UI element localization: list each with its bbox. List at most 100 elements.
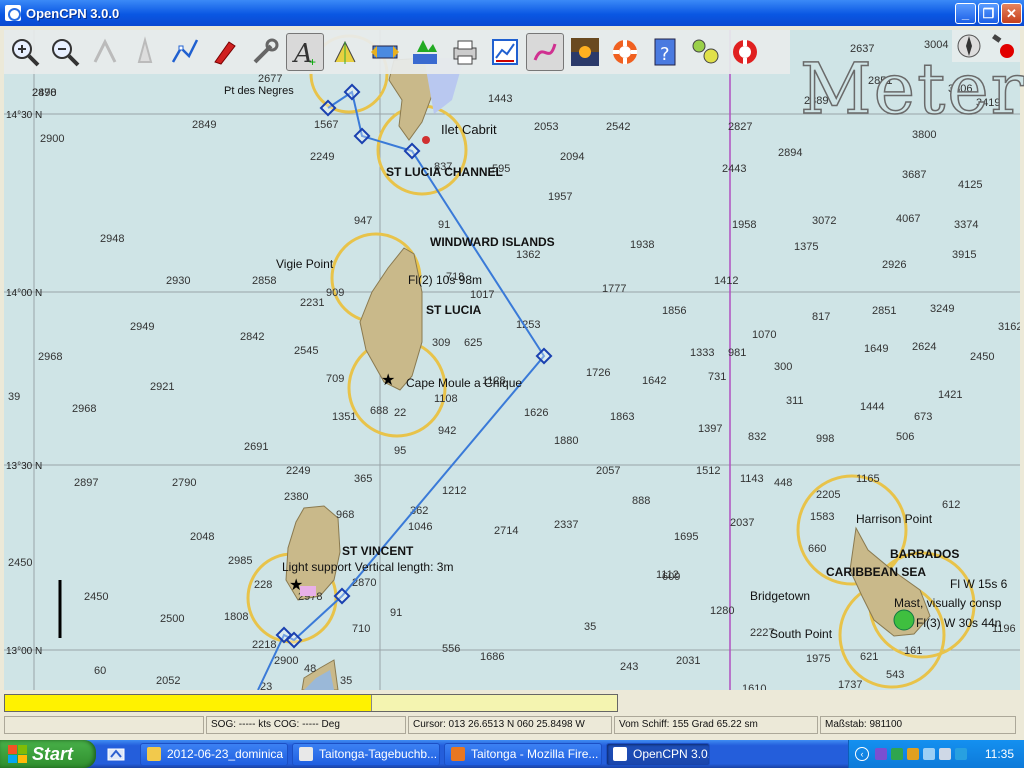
depth-sounding: 2380 (284, 491, 308, 503)
depth-sounding: 2443 (722, 163, 746, 175)
depth-sounding: 1375 (794, 241, 818, 253)
settings-button[interactable] (246, 33, 284, 71)
chart-place-label: Fl(3) W 30s 44n (916, 616, 1001, 630)
depth-sounding: 3374 (954, 219, 978, 231)
man-overboard-button[interactable] (606, 33, 644, 71)
tide-icon (334, 40, 356, 64)
ais-button[interactable] (686, 33, 724, 71)
depth-sounding: 1108 (434, 393, 458, 405)
depth-sounding: 1421 (938, 389, 962, 401)
zoom-in-button[interactable] (6, 33, 44, 71)
scale-in-button[interactable] (86, 33, 124, 71)
tray-volume-icon[interactable] (939, 748, 951, 760)
latitude-label: 13°30 N (6, 461, 42, 472)
depth-sounding: 2094 (560, 151, 584, 163)
wrench-icon (253, 38, 279, 64)
window-titlebar[interactable]: OpenCPN 3.0.0 _ ❐ ✕ (0, 0, 1024, 26)
depth-sounding: 311 (786, 395, 804, 407)
depth-sounding: 1567 (314, 119, 338, 131)
taskbar-task[interactable]: OpenCPN 3.0.0 (606, 742, 710, 766)
chart-info-button[interactable] (366, 33, 404, 71)
chart-place-label: ST VINCENT (342, 544, 414, 558)
tray-expand-icon[interactable]: ‹ (855, 747, 869, 761)
track-button[interactable] (526, 33, 564, 71)
ais-target-icon[interactable] (893, 609, 915, 631)
lifebuoy-red-icon (733, 40, 757, 64)
taskbar-task[interactable]: 2012-06-23_dominica (140, 742, 288, 766)
depth-sounding: 1880 (554, 435, 578, 447)
latitude-label: 14°30 N (6, 110, 42, 121)
depth-sounding: 2542 (606, 121, 630, 133)
light-buoy-icon (422, 136, 430, 144)
compass-panel[interactable] (952, 30, 1020, 62)
depth-sounding: 300 (774, 361, 792, 373)
maximize-button[interactable]: ❐ (978, 3, 999, 24)
depth-sounding: 2037 (730, 517, 754, 529)
tray-update-icon[interactable] (907, 748, 919, 760)
depth-sounding: 660 (808, 543, 826, 555)
depth-sounding: 1649 (864, 343, 888, 355)
chart-place-label: Mast, visually consp (894, 596, 1002, 610)
latitude-label: 13°00 N (6, 646, 42, 657)
tray-wifi-icon[interactable] (923, 748, 935, 760)
route-waypoint[interactable] (403, 142, 421, 160)
depth-sounding: 888 (632, 495, 650, 507)
sunset-icon (571, 38, 599, 66)
depth-sounding: 2057 (596, 465, 620, 477)
print-button[interactable] (446, 33, 484, 71)
mob-button[interactable] (726, 33, 764, 71)
tray-network-icon[interactable] (875, 748, 887, 760)
depth-sounding: 1695 (674, 531, 698, 543)
depth-sounding: 1642 (642, 375, 666, 387)
depth-sounding: 2851 (872, 305, 896, 317)
route-waypoint[interactable] (343, 83, 361, 101)
status-cursor: Cursor: 013 26.6513 N 060 25.8498 W (408, 716, 612, 734)
status-bar: SOG: ----- kts COG: ----- Deg Cursor: 01… (4, 716, 1020, 734)
north-up-compass-icon[interactable] (956, 33, 982, 59)
tides-button[interactable] (406, 33, 444, 71)
route-waypoint[interactable] (353, 127, 371, 145)
zoom-out-button[interactable] (46, 33, 84, 71)
depth-sounding: 2231 (300, 297, 324, 309)
minimize-button[interactable]: _ (955, 3, 976, 24)
depth-sounding: 1512 (696, 465, 720, 477)
taskbar-task[interactable]: Taitonga-Tagebuchb... (292, 742, 440, 766)
tray-security-icon[interactable] (891, 748, 903, 760)
route-manager-icon (492, 39, 518, 65)
gps-status-icon (992, 34, 1014, 58)
depth-sounding: 95 (394, 445, 406, 457)
depth-sounding: 2968 (72, 403, 96, 415)
depth-sounding: 1397 (698, 423, 722, 435)
taskbar-task[interactable]: Taitonga - Mozilla Fire... (444, 742, 602, 766)
follow-button[interactable] (206, 33, 244, 71)
help-button[interactable]: ? (646, 33, 684, 71)
depth-sounding: 1112 (656, 569, 679, 581)
depth-sounding: 2827 (728, 121, 752, 133)
light-support-icon (300, 586, 316, 596)
depth-sounding: 2337 (554, 519, 578, 531)
tray-bluetooth-icon[interactable] (955, 748, 967, 760)
depth-sounding: 1726 (586, 367, 610, 379)
zoom-out-icon (52, 39, 80, 67)
start-button[interactable]: Start (0, 740, 96, 768)
close-button[interactable]: ✕ (1001, 3, 1022, 24)
scale-out-button[interactable] (126, 33, 164, 71)
depth-sounding: 2500 (160, 613, 184, 625)
text-button[interactable]: A + (286, 33, 324, 71)
route-button[interactable] (166, 33, 204, 71)
depth-sounding: 731 (708, 371, 726, 383)
svg-text:+: + (309, 55, 316, 68)
route-manager-button[interactable] (486, 33, 524, 71)
task-app-icon (147, 747, 161, 761)
tide-current-button[interactable] (326, 33, 364, 71)
depth-sounding: 2949 (130, 321, 154, 333)
depth-sounding: 2897 (74, 477, 98, 489)
depth-sounding: 2948 (100, 233, 124, 245)
tray-clock: 11:35 (984, 747, 1014, 761)
color-scheme-button[interactable] (566, 33, 604, 71)
depth-sounding: 2894 (778, 147, 802, 159)
chart-place-label: Fl(2) 10s 98m (408, 273, 482, 287)
quicklaunch-show-desktop-icon[interactable] (96, 742, 136, 766)
depth-sounding: 625 (464, 337, 482, 349)
chart-place-label: Pt des Negres (224, 85, 294, 97)
